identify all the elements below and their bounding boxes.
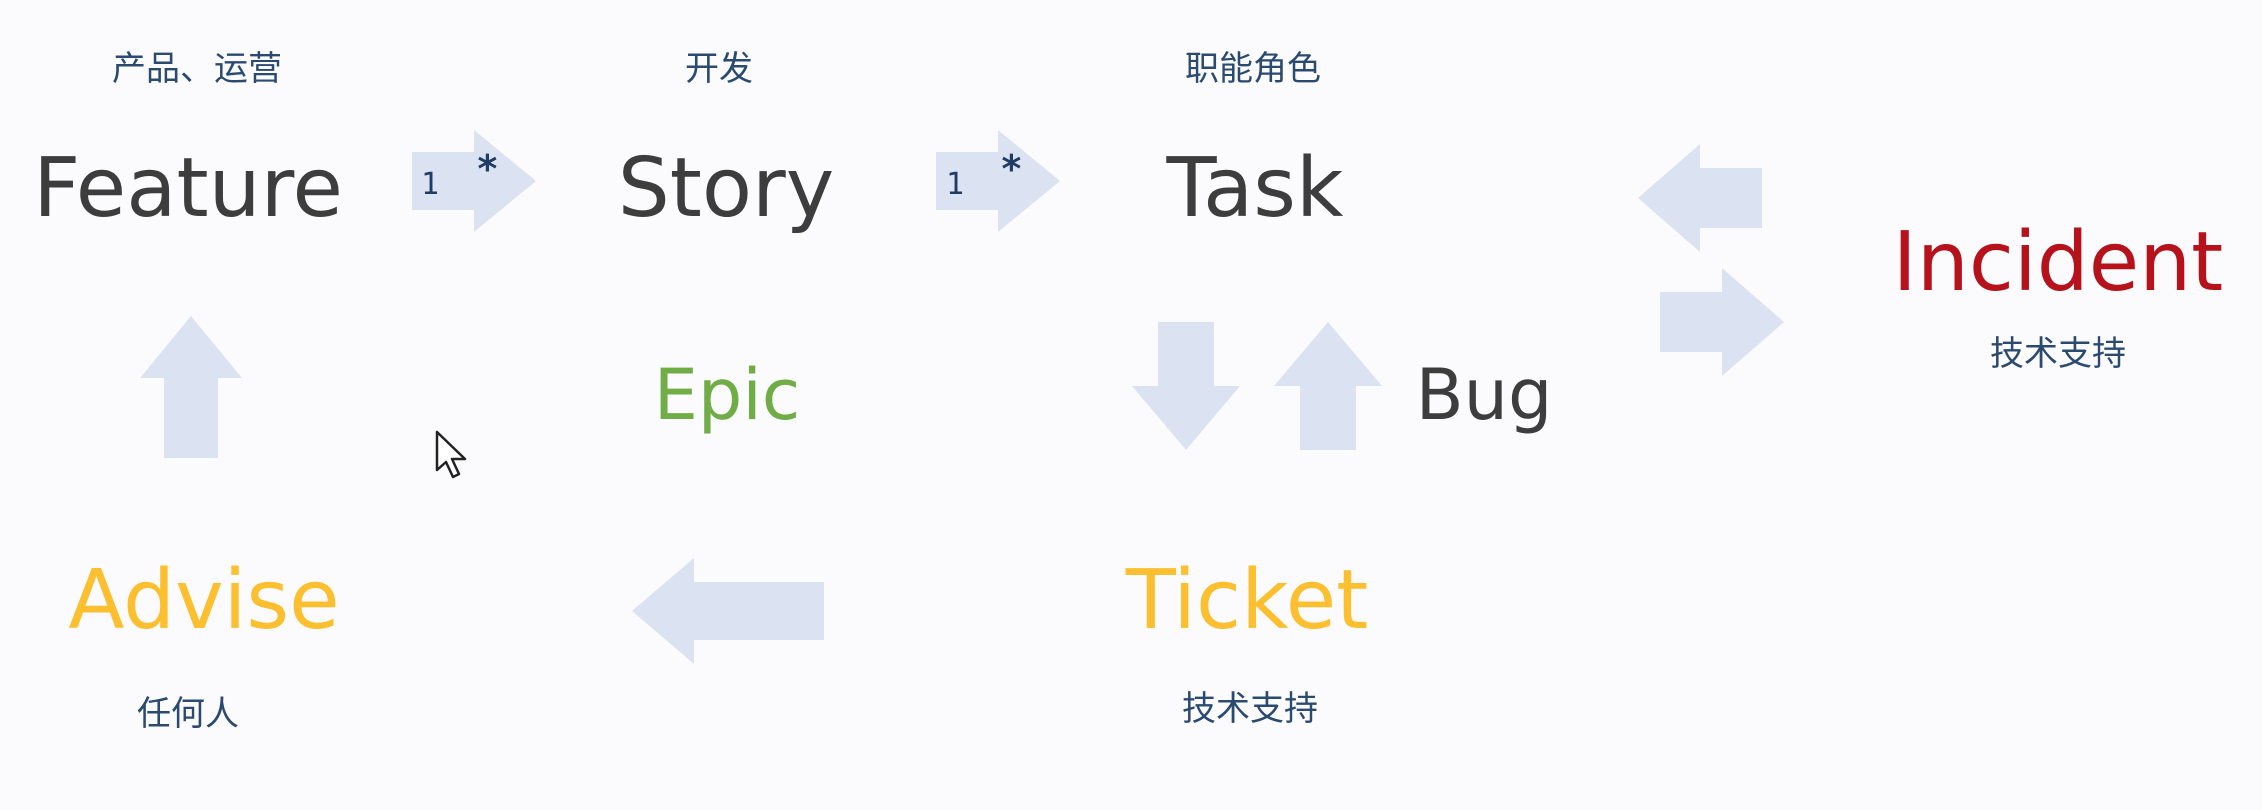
multiplicity-many-label: * bbox=[476, 147, 499, 191]
task-role-label: 职能角色 bbox=[1185, 49, 1321, 89]
epic-node: Epic bbox=[653, 354, 801, 436]
bug-node: Bug bbox=[1415, 354, 1553, 436]
story-role-label: 开发 bbox=[685, 49, 753, 89]
arrow-up-icon bbox=[1274, 322, 1382, 450]
arrow-up-icon bbox=[140, 316, 242, 458]
mouse-cursor-icon bbox=[435, 430, 467, 479]
arrow-right-icon bbox=[1660, 268, 1784, 376]
advise-role-label: 任何人 bbox=[137, 694, 239, 734]
advise-node: Advise bbox=[68, 553, 340, 648]
multiplicity-many-label: * bbox=[1000, 147, 1023, 191]
incident-role-label: 技术支持 bbox=[1990, 334, 2126, 374]
arrow-left-icon bbox=[632, 558, 824, 664]
arrow-left-icon bbox=[1638, 144, 1762, 252]
feature-role-label: 产品、运营 bbox=[112, 49, 282, 89]
multiplicity-one-label: 1 bbox=[421, 167, 440, 202]
diagram-canvas: 产品、运营 开发 职能角色 技术支持 任何人 技术支持 Feature Stor… bbox=[0, 0, 2262, 810]
feature-node: Feature bbox=[33, 141, 343, 236]
task-node: Task bbox=[1166, 141, 1344, 236]
arrow-down-icon bbox=[1132, 322, 1240, 450]
ticket-role-label: 技术支持 bbox=[1182, 689, 1318, 729]
multiplicity-one-label: 1 bbox=[946, 167, 965, 202]
story-node: Story bbox=[617, 141, 835, 236]
ticket-node: Ticket bbox=[1125, 553, 1369, 648]
incident-node: Incident bbox=[1892, 215, 2224, 310]
